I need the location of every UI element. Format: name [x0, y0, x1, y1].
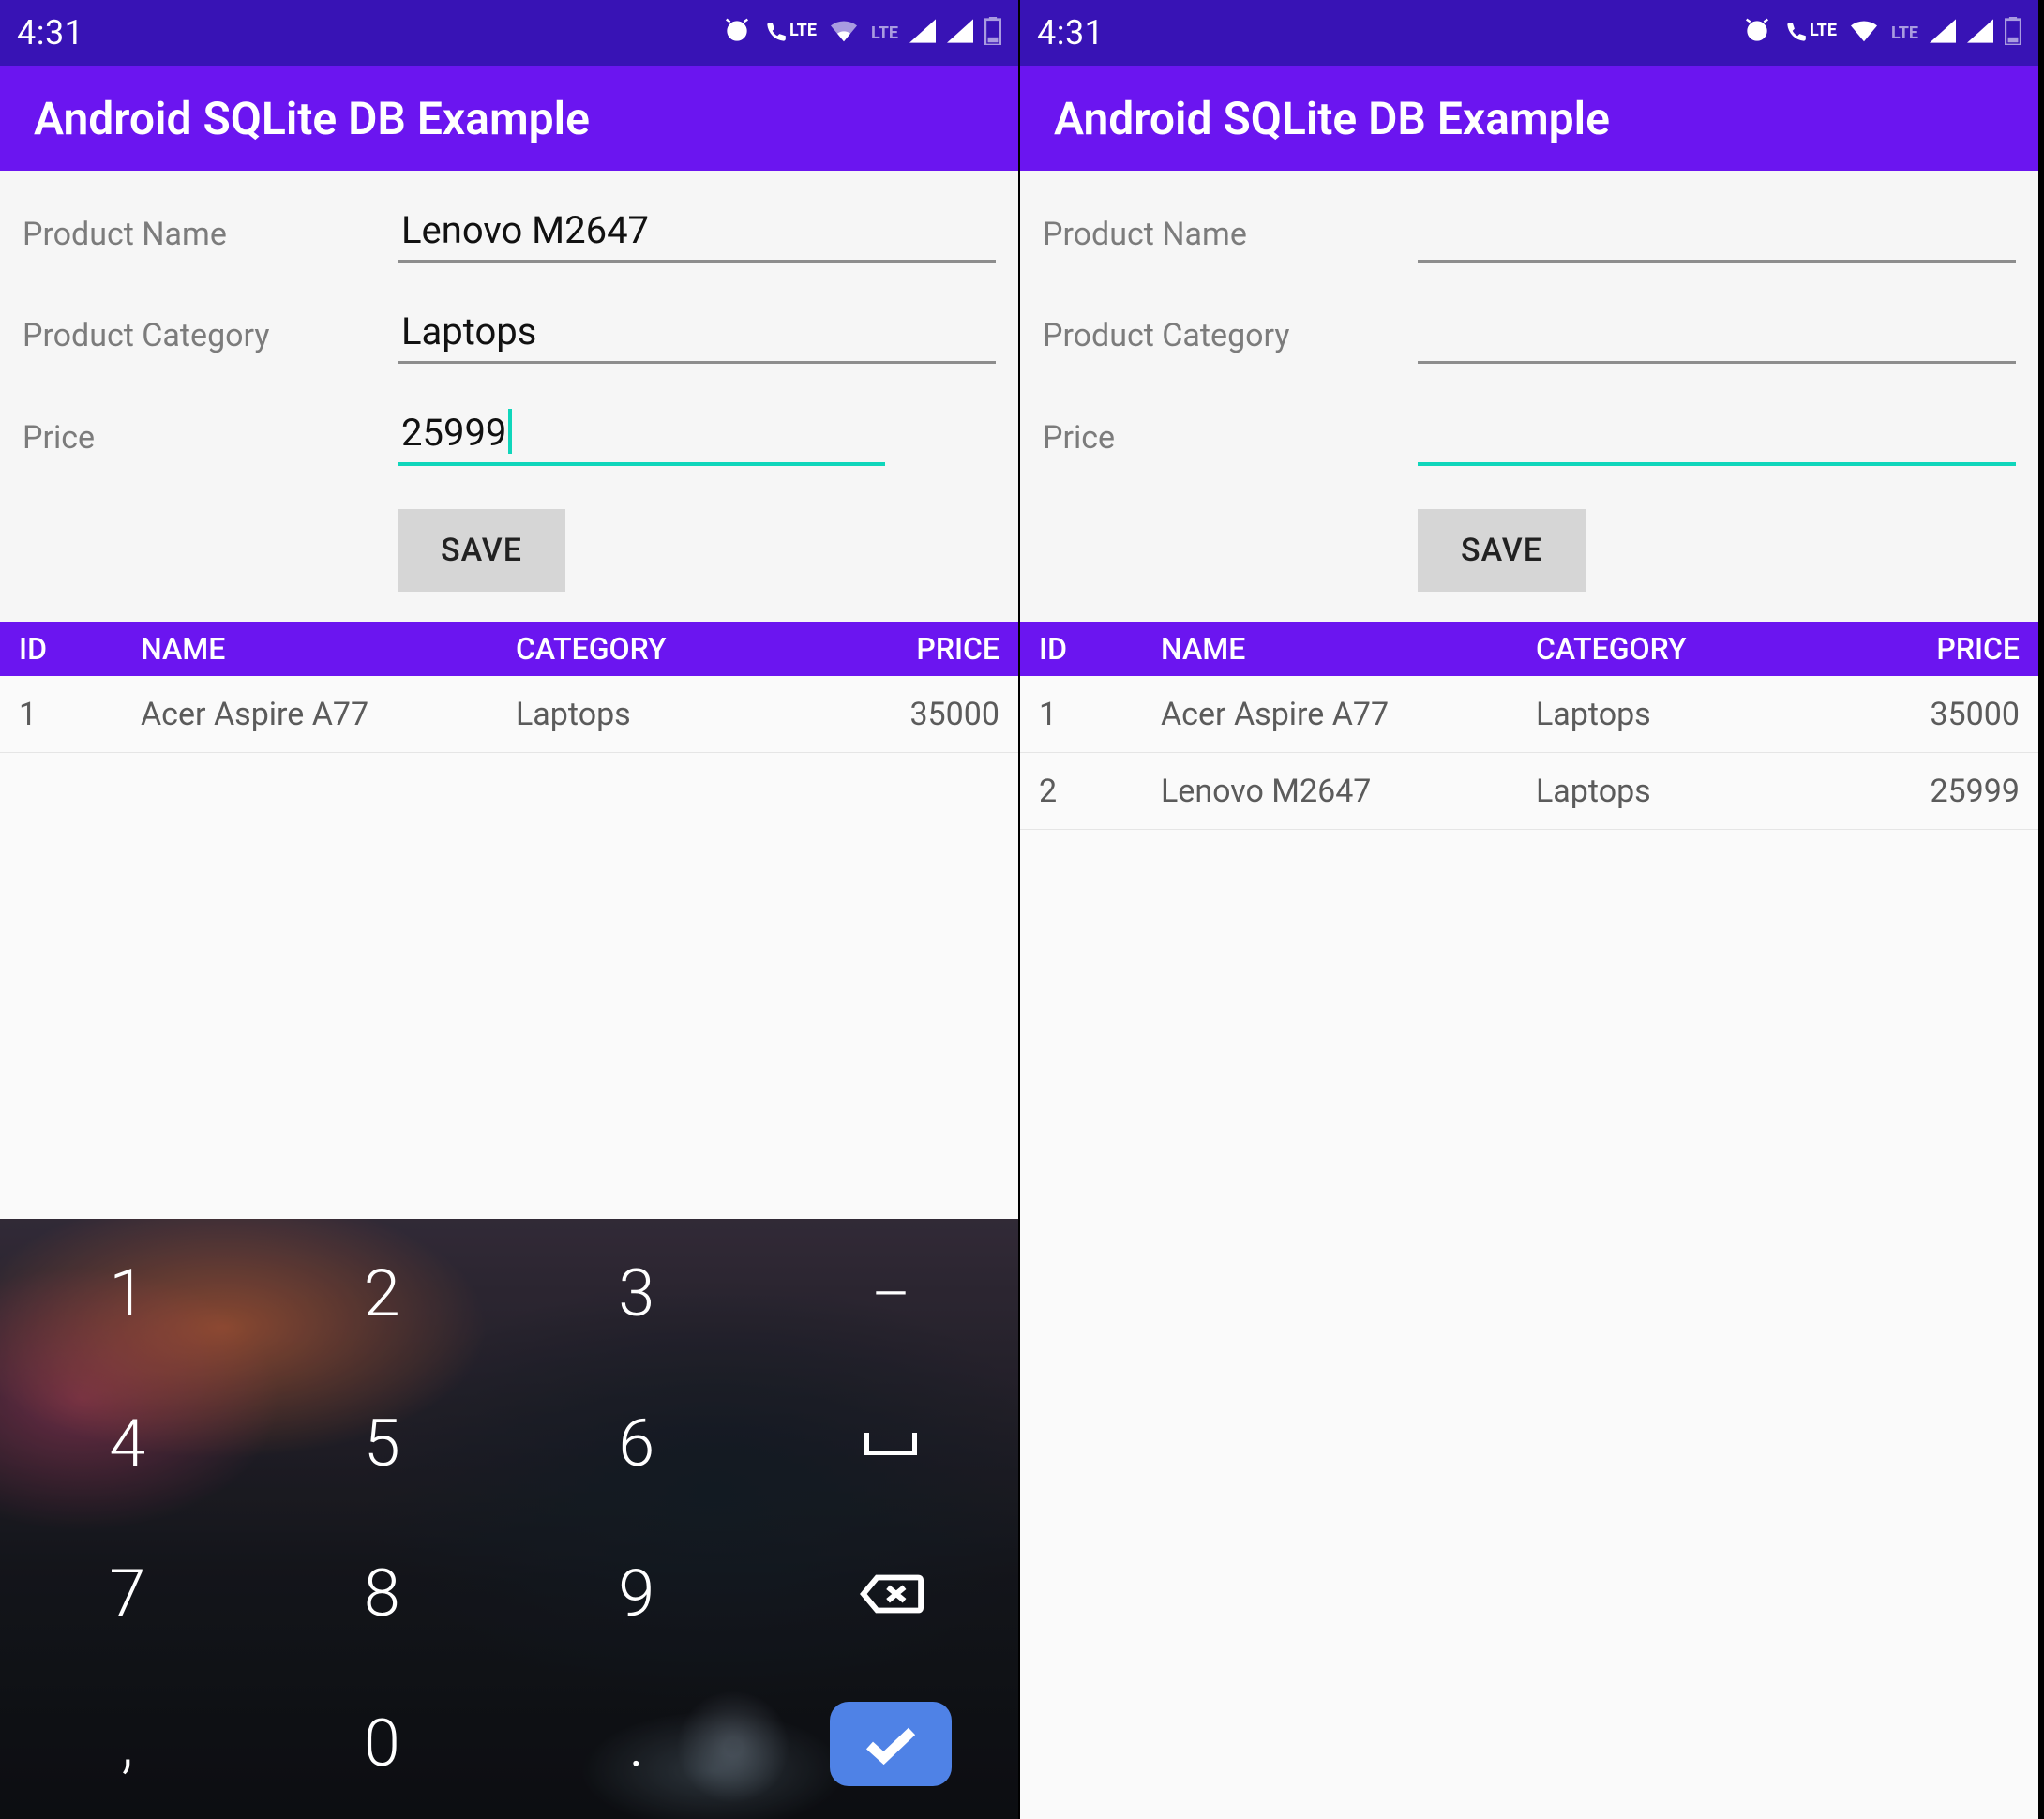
key-9[interactable]: 9 [509, 1519, 764, 1669]
app-bar: Android SQLite DB Example [0, 66, 1018, 171]
key-3[interactable]: 3 [509, 1219, 764, 1369]
signal-icon-2 [1967, 19, 1993, 47]
key-4[interactable]: 4 [0, 1369, 255, 1519]
key-7[interactable]: 7 [0, 1519, 255, 1669]
cell-category: Laptops [1536, 696, 1873, 733]
key-8[interactable]: 8 [255, 1519, 510, 1669]
cell-id: 1 [19, 696, 141, 733]
key-comma[interactable]: , [0, 1669, 255, 1819]
label-product-name: Product Name [1043, 216, 1418, 263]
cell-price: 25999 [1873, 773, 2020, 810]
table-row[interactable]: 1 Acer Aspire A77 Laptops 35000 [0, 676, 1018, 753]
table-header: ID NAME CATEGORY PRICE [0, 622, 1018, 676]
volte-call-icon: LTE [763, 21, 817, 45]
text-cursor [508, 409, 512, 454]
table-body: 1 Acer Aspire A77 Laptops 35000 [0, 676, 1018, 1219]
done-chip [830, 1702, 952, 1786]
phone-screen-right: 4:31 LTE LTE Android SQLite [1020, 0, 2040, 1819]
table-row[interactable]: 1 Acer Aspire A77 Laptops 35000 [1020, 676, 2038, 753]
key-2[interactable]: 2 [255, 1219, 510, 1369]
alarm-icon [722, 16, 752, 50]
product-name-input[interactable] [398, 204, 996, 263]
product-category-input[interactable] [398, 306, 996, 364]
label-price: Price [1043, 419, 1418, 466]
cell-price: 35000 [1873, 696, 2020, 733]
cell-category: Laptops [1536, 773, 1873, 810]
lte-label: LTE [871, 23, 898, 43]
app-bar: Android SQLite DB Example [1020, 66, 2038, 171]
table-header: ID NAME CATEGORY PRICE [1020, 622, 2038, 676]
col-header-name: NAME [141, 631, 516, 667]
clock-time: 4:31 [17, 13, 83, 53]
cell-name: Acer Aspire A77 [141, 696, 516, 733]
price-input[interactable] [1418, 407, 2016, 466]
label-product-category: Product Category [1043, 317, 1418, 364]
label-product-category: Product Category [23, 317, 398, 364]
wifi-icon [1848, 18, 1880, 48]
key-6[interactable]: 6 [509, 1369, 764, 1519]
cell-name: Lenovo M2647 [1161, 773, 1536, 810]
cell-price: 35000 [853, 696, 999, 733]
check-icon [863, 1722, 919, 1766]
wifi-icon [828, 18, 860, 48]
volte-call-icon: LTE [1783, 21, 1837, 45]
product-category-input[interactable] [1418, 306, 2016, 364]
table-body: 1 Acer Aspire A77 Laptops 35000 2 Lenovo… [1020, 676, 2038, 1819]
price-input[interactable] [398, 407, 885, 466]
table-row[interactable]: 2 Lenovo M2647 Laptops 25999 [1020, 753, 2038, 830]
save-button[interactable]: SAVE [1418, 509, 1586, 592]
lte-label: LTE [1891, 23, 1918, 43]
key-done[interactable] [764, 1669, 1019, 1819]
col-header-name: NAME [1161, 631, 1536, 667]
col-header-category: CATEGORY [1536, 631, 1873, 667]
key-0[interactable]: 0 [255, 1669, 510, 1819]
status-icons: LTE LTE [1742, 16, 2021, 50]
col-header-id: ID [19, 631, 141, 667]
col-header-price: PRICE [1873, 631, 2020, 667]
battery-icon [984, 17, 1001, 49]
key-5[interactable]: 5 [255, 1369, 510, 1519]
status-icons: LTE LTE [722, 16, 1001, 50]
cell-id: 1 [1039, 696, 1161, 733]
key-space[interactable] [764, 1369, 1019, 1519]
numeric-keyboard: 1 2 3 – 4 5 6 7 8 9 , 0 . [0, 1219, 1018, 1819]
clock-time: 4:31 [1037, 13, 1104, 53]
signal-icon-1 [909, 19, 936, 47]
product-name-input[interactable] [1418, 204, 2016, 263]
phone-screen-left: 4:31 LTE LTE Android SQLite [0, 0, 1020, 1819]
cell-name: Acer Aspire A77 [1161, 696, 1536, 733]
backspace-icon [858, 1571, 924, 1616]
cell-id: 2 [1039, 773, 1161, 810]
key-minus[interactable]: – [764, 1219, 1019, 1369]
product-form: Product Name Product Category Price SAVE [1020, 171, 2038, 622]
key-period[interactable]: . [509, 1669, 764, 1819]
signal-icon-1 [1930, 19, 1956, 47]
col-header-price: PRICE [853, 631, 999, 667]
col-header-category: CATEGORY [516, 631, 853, 667]
status-bar: 4:31 LTE LTE [0, 0, 1018, 66]
label-product-name: Product Name [23, 216, 398, 263]
cell-category: Laptops [516, 696, 853, 733]
label-price: Price [23, 419, 398, 466]
status-bar: 4:31 LTE LTE [1020, 0, 2038, 66]
col-header-id: ID [1039, 631, 1161, 667]
battery-icon [2005, 17, 2021, 49]
app-title: Android SQLite DB Example [34, 92, 590, 145]
alarm-icon [1742, 16, 1772, 50]
space-icon [864, 1433, 917, 1455]
key-1[interactable]: 1 [0, 1219, 255, 1369]
signal-icon-2 [947, 19, 973, 47]
save-button[interactable]: SAVE [398, 509, 565, 592]
key-backspace[interactable] [764, 1519, 1019, 1669]
product-form: Product Name Product Category Price SAVE [0, 171, 1018, 622]
app-title: Android SQLite DB Example [1054, 92, 1610, 145]
